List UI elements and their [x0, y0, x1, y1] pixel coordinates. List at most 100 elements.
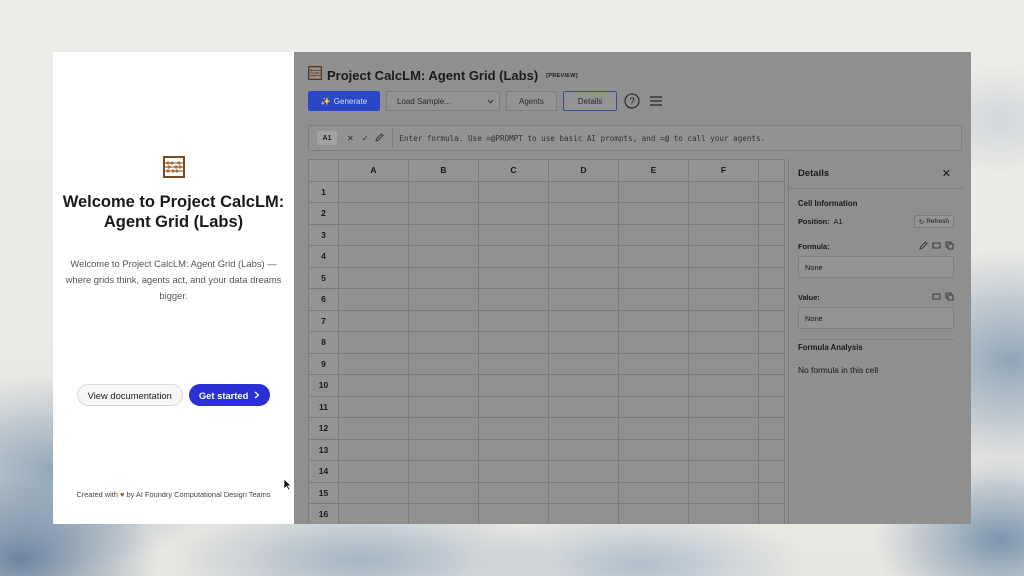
grid-cell[interactable] — [618, 374, 689, 397]
grid-cell[interactable] — [408, 438, 479, 461]
grid-cell[interactable] — [338, 331, 409, 354]
grid-cell[interactable] — [618, 417, 689, 440]
formula-input[interactable]: Enter formula. Use =@PROMPT to use basic… — [392, 128, 951, 148]
copy-icon[interactable] — [945, 237, 954, 255]
grid-cell[interactable] — [688, 481, 759, 504]
details-button[interactable]: Details — [562, 91, 618, 111]
grid-cell[interactable] — [408, 202, 479, 225]
grid-cell[interactable] — [478, 503, 549, 524]
grid-cell[interactable] — [408, 309, 479, 332]
row-header[interactable]: 16 — [308, 503, 339, 524]
grid-cell[interactable] — [548, 374, 619, 397]
column-header[interactable] — [758, 159, 785, 182]
grid-cell[interactable] — [478, 266, 549, 289]
grid-cell[interactable] — [618, 309, 689, 332]
grid-cell[interactable] — [548, 460, 619, 483]
grid-cell[interactable] — [548, 223, 619, 246]
row-header[interactable]: 3 — [308, 223, 339, 246]
grid-cell[interactable] — [688, 202, 759, 225]
grid-cell[interactable] — [478, 395, 549, 418]
row-header[interactable]: 11 — [308, 395, 339, 418]
grid-cell[interactable] — [338, 503, 409, 524]
grid-cell[interactable] — [618, 395, 689, 418]
grid-cell[interactable] — [688, 331, 759, 354]
refresh-button[interactable]: ↻ Refresh — [913, 215, 954, 228]
grid-cell[interactable] — [688, 288, 759, 311]
grid-cell[interactable] — [338, 374, 409, 397]
grid-cell[interactable] — [338, 460, 409, 483]
grid-cell[interactable] — [758, 374, 785, 397]
grid-cell[interactable] — [758, 481, 785, 504]
grid-cell[interactable] — [408, 352, 479, 375]
grid-cell[interactable] — [408, 503, 479, 524]
grid-cell[interactable] — [618, 288, 689, 311]
grid-cell[interactable] — [618, 503, 689, 524]
grid-cell[interactable] — [338, 417, 409, 440]
grid-cell[interactable] — [758, 503, 785, 524]
grid-cell[interactable] — [478, 288, 549, 311]
help-icon[interactable]: ? — [623, 92, 641, 110]
grid-cell[interactable] — [758, 266, 785, 289]
grid-cell[interactable] — [478, 245, 549, 268]
grid-cell[interactable] — [758, 438, 785, 461]
grid-cell[interactable] — [478, 481, 549, 504]
row-header[interactable]: 2 — [308, 202, 339, 225]
pencil-icon[interactable] — [375, 132, 385, 144]
grid-cell[interactable] — [548, 266, 619, 289]
row-header[interactable]: 5 — [308, 266, 339, 289]
grid-cell[interactable] — [408, 180, 479, 203]
grid-cell[interactable] — [688, 503, 759, 524]
grid-cell[interactable] — [408, 245, 479, 268]
grid-cell[interactable] — [688, 417, 759, 440]
grid-cell[interactable] — [408, 417, 479, 440]
column-header[interactable]: F — [688, 159, 759, 182]
expand-icon[interactable] — [932, 288, 941, 306]
grid-cell[interactable] — [478, 460, 549, 483]
grid-cell[interactable] — [548, 352, 619, 375]
grid-cell[interactable] — [618, 460, 689, 483]
expand-icon[interactable] — [932, 237, 941, 255]
row-header[interactable]: 14 — [308, 460, 339, 483]
grid-cell[interactable] — [688, 223, 759, 246]
grid-cell[interactable] — [548, 309, 619, 332]
grid-cell[interactable] — [688, 309, 759, 332]
column-header[interactable]: A — [338, 159, 409, 182]
grid-cell[interactable] — [478, 417, 549, 440]
grid-cell[interactable] — [688, 374, 759, 397]
grid-cell[interactable] — [478, 374, 549, 397]
grid-cell[interactable] — [688, 180, 759, 203]
row-header[interactable]: 8 — [308, 331, 339, 354]
grid-cell[interactable] — [478, 438, 549, 461]
grid-cell[interactable] — [758, 395, 785, 418]
grid-cell[interactable] — [688, 266, 759, 289]
grid-cell[interactable] — [548, 395, 619, 418]
copy-icon[interactable] — [945, 288, 954, 306]
grid-cell[interactable] — [338, 288, 409, 311]
view-documentation-button[interactable]: View documentation — [76, 384, 183, 406]
row-header[interactable]: 10 — [308, 374, 339, 397]
grid-cell[interactable] — [338, 245, 409, 268]
grid-cell[interactable] — [548, 481, 619, 504]
grid-cell[interactable] — [758, 417, 785, 440]
confirm-icon[interactable]: ✓ — [362, 134, 369, 143]
grid-cell[interactable] — [478, 309, 549, 332]
grid-cell[interactable] — [688, 438, 759, 461]
menu-icon[interactable] — [647, 92, 665, 110]
grid-cell[interactable] — [758, 331, 785, 354]
grid-cell[interactable] — [548, 503, 619, 524]
row-header[interactable]: 4 — [308, 245, 339, 268]
grid-cell[interactable] — [758, 352, 785, 375]
generate-button[interactable]: ✨ Generate — [308, 91, 380, 111]
row-header[interactable]: 6 — [308, 288, 339, 311]
grid-cell[interactable] — [408, 374, 479, 397]
grid-cell[interactable] — [758, 309, 785, 332]
get-started-button[interactable]: Get started — [188, 384, 271, 406]
grid-cell[interactable] — [688, 460, 759, 483]
grid-cell[interactable] — [758, 460, 785, 483]
grid-cell[interactable] — [688, 352, 759, 375]
row-header[interactable]: 1 — [308, 180, 339, 203]
row-header[interactable]: 12 — [308, 417, 339, 440]
grid-cell[interactable] — [338, 223, 409, 246]
grid-cell[interactable] — [338, 395, 409, 418]
close-icon[interactable]: ✕ — [942, 167, 951, 180]
